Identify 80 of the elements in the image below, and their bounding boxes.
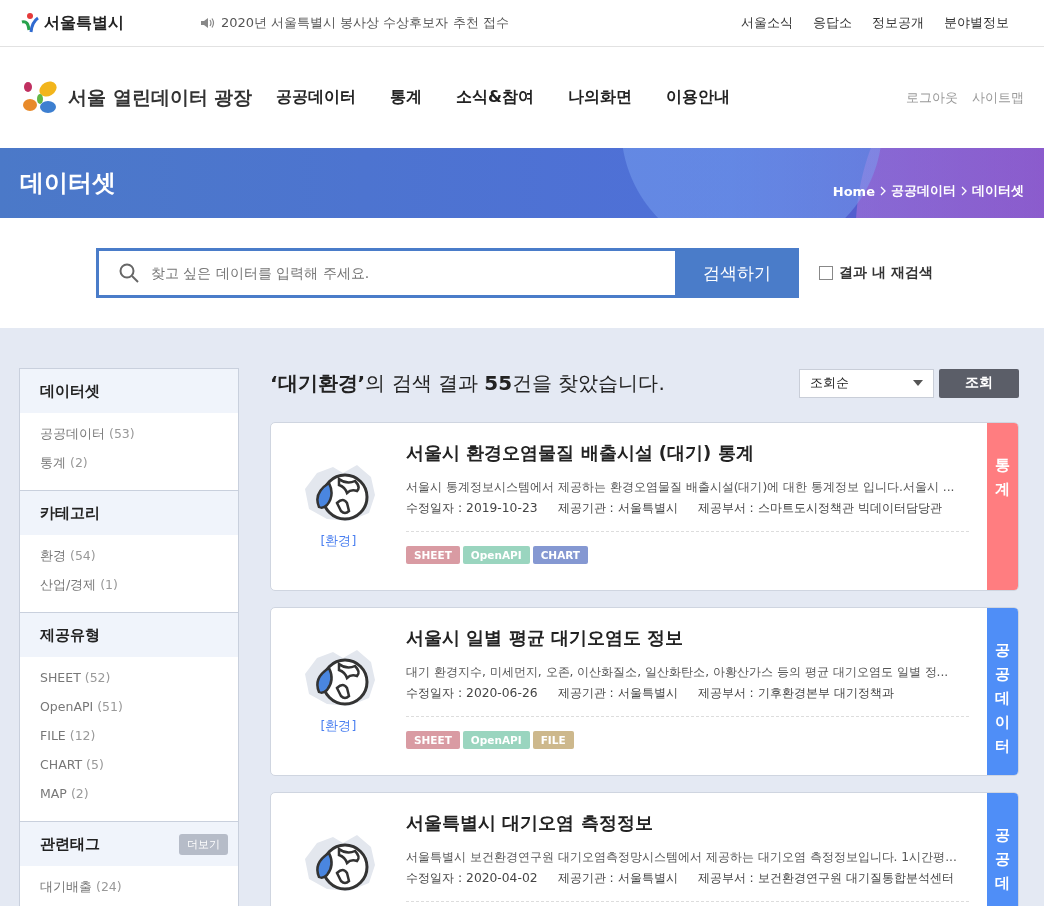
meta-value: 2019-10-23 <box>466 501 538 515</box>
filter-link[interactable]: 통계 (2) <box>40 455 218 484</box>
format-tag: OpenAPI <box>462 731 530 749</box>
top-link[interactable]: 분야별정보 <box>944 14 1009 32</box>
format-tag: SHEET <box>406 731 460 749</box>
filter-link[interactable]: 산업/경제 (1) <box>40 577 218 606</box>
seoul-logo-text[interactable]: 서울특별시 <box>44 12 124 34</box>
meta-label: 수정일자 : <box>406 501 463 515</box>
breadcrumb-link[interactable]: 데이터셋 <box>972 182 1024 200</box>
filter-link[interactable]: SHEET (52) <box>40 670 218 699</box>
meta-value: 서울특별시 <box>617 871 678 885</box>
section-title: 제공유형 <box>40 625 100 645</box>
meta-label: 수정일자 : <box>406 871 463 885</box>
chevron-icon <box>961 186 967 196</box>
filter-link[interactable]: CHART (5) <box>40 757 218 786</box>
filter-link[interactable]: OpenAPI (51) <box>40 699 218 728</box>
format-tag: FILE <box>532 731 574 749</box>
meta-label: 제공기관 : <box>557 686 614 700</box>
type-label: 공공데 <box>987 793 1018 906</box>
top-link[interactable]: 응답소 <box>813 14 852 32</box>
seoul-logo-icon <box>20 12 40 34</box>
dataset-description: 대기 환경지수, 미세먼지, 오존, 이산화질소, 일산화탄소, 아황산가스 등의 평균 대기오염도 일별 정... <box>406 664 950 681</box>
filter-link[interactable]: 공공데이터 (53) <box>40 426 218 455</box>
meta-value: 서울특별시 <box>617 501 678 515</box>
meta-label: 제공기관 : <box>557 501 614 515</box>
filter-link[interactable]: FILE (12) <box>40 728 218 757</box>
meta-value: 서울특별시 <box>617 686 678 700</box>
meta-label: 수정일자 : <box>406 686 463 700</box>
meta-label: 제공부서 : <box>697 501 754 515</box>
dataset-title[interactable]: 서울시 환경오염물질 배출시설 (대기) 통계 <box>406 441 969 465</box>
dataset-card[interactable]: [환경] 서울시 일별 평균 대기오염도 정보 대기 환경지수, 미세먼지, 오존, 이산화질소, 일산화탄소, 아황산가스 등의 평균 대기오염도 일별 정... 수정일자 : 2020-06-26 제공기관 : 서울특별시 제공부서 : 기후환경본부 대기정책과 SHEET OpenAPI FILE 공공데이터 <box>270 607 1019 776</box>
meta-value: 스마트도시정책관 빅데이터담당관 <box>757 501 942 515</box>
meta-label: 제공기관 : <box>557 871 614 885</box>
site-title[interactable]: 서울 열린데이터 광장 <box>68 84 253 111</box>
filter-link[interactable]: 환경 (54) <box>40 548 218 577</box>
meta-value: 기후환경본부 대기정책과 <box>757 686 894 700</box>
dataset-title[interactable]: 서울특별시 대기오염 측정정보 <box>406 811 969 835</box>
section-title: 데이터셋 <box>40 381 100 401</box>
top-link[interactable]: 서울소식 <box>741 14 793 32</box>
search-icon <box>119 263 139 283</box>
search-field[interactable]: 찾고 싶은 데이터를 입력해 주세요. <box>96 248 675 298</box>
filter-link[interactable]: MAP (2) <box>40 786 218 815</box>
refine-label[interactable]: 결과 내 재검색 <box>839 264 933 282</box>
meta-value: 2020-06-26 <box>466 686 538 700</box>
page-title: 데이터셋 <box>20 168 116 199</box>
category-link[interactable]: [환경] <box>320 718 357 735</box>
format-tag: SHEET <box>406 546 460 564</box>
nav-link[interactable]: 나의화면 <box>567 87 632 108</box>
nav-link[interactable]: 소식&참여 <box>456 87 534 108</box>
section-title: 관련태그 <box>40 834 100 854</box>
format-tag: OpenAPI <box>462 546 530 564</box>
nav-link[interactable]: 이용안내 <box>665 87 730 108</box>
filter-link[interactable]: 대기배출 (24) <box>40 879 218 906</box>
refine-checkbox[interactable] <box>819 266 833 280</box>
query-button[interactable]: 조회 <box>939 368 1019 398</box>
section-title: 카테고리 <box>40 503 100 523</box>
nav-link[interactable]: 공공데이터 <box>276 87 356 108</box>
meta-value: 보건환경연구원 대기질통합분석센터 <box>757 871 954 885</box>
dataset-description: 서울특별시 보건환경연구원 대기오염측정망시스템에서 제공하는 대기오염 측정정보입니다. 1시간평... <box>406 849 958 866</box>
dataset-card[interactable]: [환경] 서울시 환경오염물질 배출시설 (대기) 통계 서울시 통계정보시스템에서 제공하는 환경오염물질 배출시설(대기)에 대한 통계정보 입니다.서울시 ... 수정일자 : 2019-10-23 제공기관 : 서울특별시 제공부서 : 스마트도시정책관 빅데이터담당관 SHEET OpenAPI CHART 통계 <box>270 422 1019 591</box>
meta-value: 2020-04-02 <box>466 871 538 885</box>
type-label: 통계 <box>987 423 1018 590</box>
type-label: 공공데이터 <box>987 608 1018 775</box>
search-button[interactable]: 검색하기 <box>675 248 799 298</box>
dataset-description: 서울시 통계정보시스템에서 제공하는 환경오염물질 배출시설(대기)에 대한 통계정보 입니다.서울시 ... <box>406 479 956 496</box>
meta-label: 제공부서 : <box>697 686 754 700</box>
breadcrumb-link[interactable]: 공공데이터 <box>891 182 956 200</box>
speaker-icon <box>200 17 215 29</box>
dataset-card[interactable]: 서울특별시 대기오염 측정정보 서울특별시 보건환경연구원 대기오염측정망시스템에서 제공하는 대기오염 측정정보입니다. 1시간평... 수정일자 : 2020-04-02 제공기관 : 서울특별시 제공부서 : 보건환경연구원 대기질통합분석센터 공공데 <box>270 792 1019 906</box>
category-link[interactable]: [환경] <box>320 533 357 550</box>
format-tag: CHART <box>532 546 589 564</box>
meta-label: 제공부서 : <box>697 871 754 885</box>
notice-text[interactable]: 2020년 서울특별시 봉사상 수상후보자 추천 접수 <box>221 14 509 32</box>
chevron-icon <box>880 186 886 196</box>
breadcrumb-link[interactable]: Home <box>832 183 875 199</box>
top-link[interactable]: 정보공개 <box>872 14 924 32</box>
result-summary: ‘대기환경’의 검색 결과 55건을 찾았습니다. <box>270 369 666 397</box>
nav-link[interactable]: 통계 <box>390 87 422 108</box>
dataset-title[interactable]: 서울시 일별 평균 대기오염도 정보 <box>406 626 969 650</box>
sort-select[interactable]: 조회순 <box>799 368 934 398</box>
